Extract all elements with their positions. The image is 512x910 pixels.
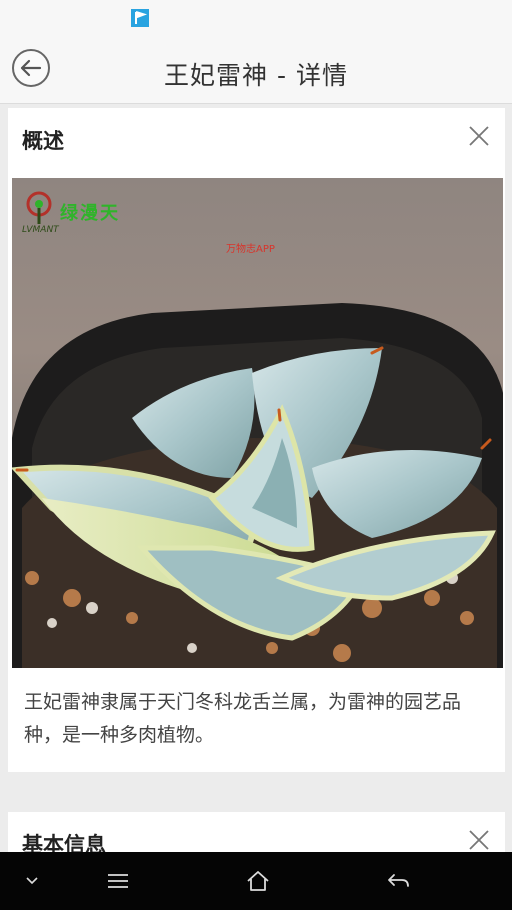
plant-description: 王妃雷神隶属于天门冬科龙舌兰属，为雷神的园艺品种，是一种多肉植物。 xyxy=(24,691,462,746)
system-nav-bar xyxy=(0,852,512,910)
status-bar xyxy=(0,0,512,36)
close-icon xyxy=(469,126,489,146)
home-icon xyxy=(247,871,269,891)
nav-hide-button[interactable] xyxy=(18,868,46,894)
overview-card: 概述 绿漫天 LVMANT 万物志APP 王妃雷神隶属于天门冬科龙舌兰属，为雷神… xyxy=(8,108,505,772)
brand-logo-icon xyxy=(22,190,56,226)
plant-photo: 绿漫天 LVMANT 万物志APP xyxy=(12,178,503,668)
overview-close-button[interactable] xyxy=(467,124,491,148)
menu-icon xyxy=(108,874,128,888)
nav-home-button[interactable] xyxy=(243,868,273,894)
overview-title: 概述 xyxy=(22,129,64,153)
page-title: 王妃雷神 - 详情 xyxy=(164,61,348,90)
back-icon xyxy=(388,874,409,887)
watermark-brand: 绿漫天 xyxy=(60,203,120,224)
close-icon xyxy=(469,830,489,850)
nav-menu-button[interactable] xyxy=(104,868,132,894)
app-header: 王妃雷神 - 详情 xyxy=(0,36,512,104)
watermark-app: 万物志APP xyxy=(226,244,275,255)
nav-back-button[interactable] xyxy=(384,868,414,894)
chevron-down-icon xyxy=(26,877,38,885)
watermark-brand-en: LVMANT xyxy=(22,225,59,235)
basic-info-close-button[interactable] xyxy=(467,828,491,852)
notification-flag-icon xyxy=(131,9,149,27)
